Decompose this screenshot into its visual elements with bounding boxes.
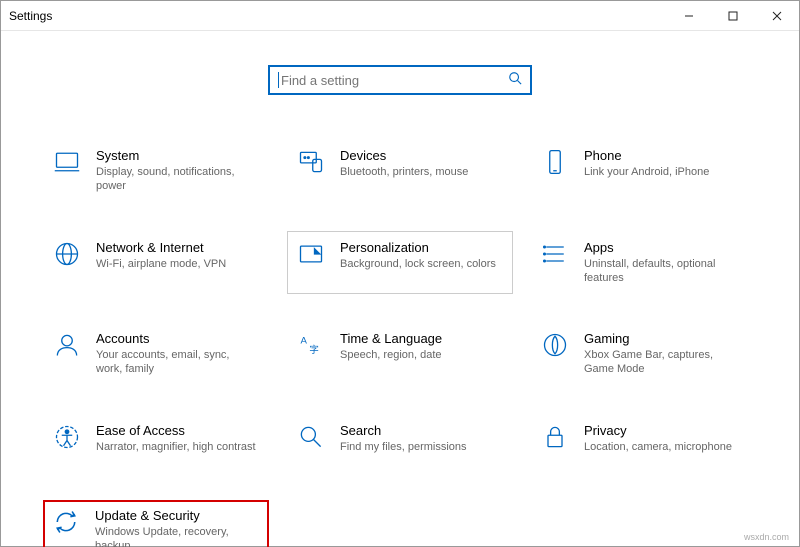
ease-of-access-icon	[52, 423, 82, 453]
tile-title: Accounts	[96, 331, 256, 346]
privacy-icon	[540, 423, 570, 453]
devices-icon	[296, 148, 326, 178]
svg-text:A: A	[301, 335, 308, 346]
apps-icon	[540, 240, 570, 270]
settings-grid: System Display, sound, notifications, po…	[31, 139, 769, 547]
minimize-button[interactable]	[667, 1, 711, 31]
tile-system[interactable]: System Display, sound, notifications, po…	[43, 139, 269, 203]
tile-personalization[interactable]: Personalization Background, lock screen,…	[287, 231, 513, 295]
search-tile-icon	[296, 423, 326, 453]
tile-title: Search	[340, 423, 467, 438]
accounts-icon	[52, 331, 82, 361]
tile-title: Devices	[340, 148, 468, 163]
update-security-icon	[51, 508, 81, 538]
tile-search[interactable]: Search Find my files, permissions	[287, 414, 513, 472]
window-title: Settings	[9, 9, 52, 23]
tile-desc: Display, sound, notifications, power	[96, 165, 256, 194]
tile-title: Privacy	[584, 423, 732, 438]
tile-desc: Wi-Fi, airplane mode, VPN	[96, 257, 226, 271]
search-icon	[508, 71, 522, 90]
minimize-icon	[684, 11, 694, 21]
tile-desc: Bluetooth, printers, mouse	[340, 165, 468, 179]
tile-time-language[interactable]: A字 Time & Language Speech, region, date	[287, 322, 513, 386]
tile-desc: Windows Update, recovery, backup	[95, 525, 255, 547]
text-caret	[278, 72, 279, 88]
search-input[interactable]	[281, 73, 508, 88]
watermark: wsxdn.com	[744, 532, 789, 542]
tile-accounts[interactable]: Accounts Your accounts, email, sync, wor…	[43, 322, 269, 386]
tile-desc: Background, lock screen, colors	[340, 257, 496, 271]
tile-desc: Uninstall, defaults, optional features	[584, 257, 744, 286]
titlebar: Settings	[1, 1, 799, 31]
tile-desc: Your accounts, email, sync, work, family	[96, 348, 256, 377]
tile-desc: Location, camera, microphone	[584, 440, 732, 454]
time-language-icon: A字	[296, 331, 326, 361]
tile-network[interactable]: Network & Internet Wi-Fi, airplane mode,…	[43, 231, 269, 295]
tile-title: Gaming	[584, 331, 744, 346]
tile-phone[interactable]: Phone Link your Android, iPhone	[531, 139, 757, 203]
tile-gaming[interactable]: Gaming Xbox Game Bar, captures, Game Mod…	[531, 322, 757, 386]
system-icon	[52, 148, 82, 178]
svg-text:字: 字	[309, 344, 319, 356]
maximize-button[interactable]	[711, 1, 755, 31]
tile-devices[interactable]: Devices Bluetooth, printers, mouse	[287, 139, 513, 203]
tile-title: Time & Language	[340, 331, 442, 346]
tile-desc: Link your Android, iPhone	[584, 165, 709, 179]
tile-title: Apps	[584, 240, 744, 255]
settings-window: Settings	[0, 0, 800, 547]
search-wrap	[31, 65, 769, 95]
tile-title: Network & Internet	[96, 240, 226, 255]
tile-title: Phone	[584, 148, 709, 163]
tile-desc: Speech, region, date	[340, 348, 442, 362]
tile-update-security[interactable]: Update & Security Windows Update, recove…	[43, 500, 269, 547]
tile-apps[interactable]: Apps Uninstall, defaults, optional featu…	[531, 231, 757, 295]
tile-desc: Narrator, magnifier, high contrast	[96, 440, 256, 454]
close-icon	[772, 11, 782, 21]
tile-title: Ease of Access	[96, 423, 256, 438]
tile-ease-of-access[interactable]: Ease of Access Narrator, magnifier, high…	[43, 414, 269, 472]
tile-title: Update & Security	[95, 508, 255, 523]
phone-icon	[540, 148, 570, 178]
search-box[interactable]	[268, 65, 532, 95]
network-icon	[52, 240, 82, 270]
window-controls	[667, 1, 799, 31]
tile-desc: Find my files, permissions	[340, 440, 467, 454]
tile-privacy[interactable]: Privacy Location, camera, microphone	[531, 414, 757, 472]
tile-title: System	[96, 148, 256, 163]
tile-title: Personalization	[340, 240, 496, 255]
maximize-icon	[728, 11, 738, 21]
gaming-icon	[540, 331, 570, 361]
close-button[interactable]	[755, 1, 799, 31]
personalization-icon	[296, 240, 326, 270]
content-area: System Display, sound, notifications, po…	[1, 31, 799, 547]
tile-desc: Xbox Game Bar, captures, Game Mode	[584, 348, 744, 377]
